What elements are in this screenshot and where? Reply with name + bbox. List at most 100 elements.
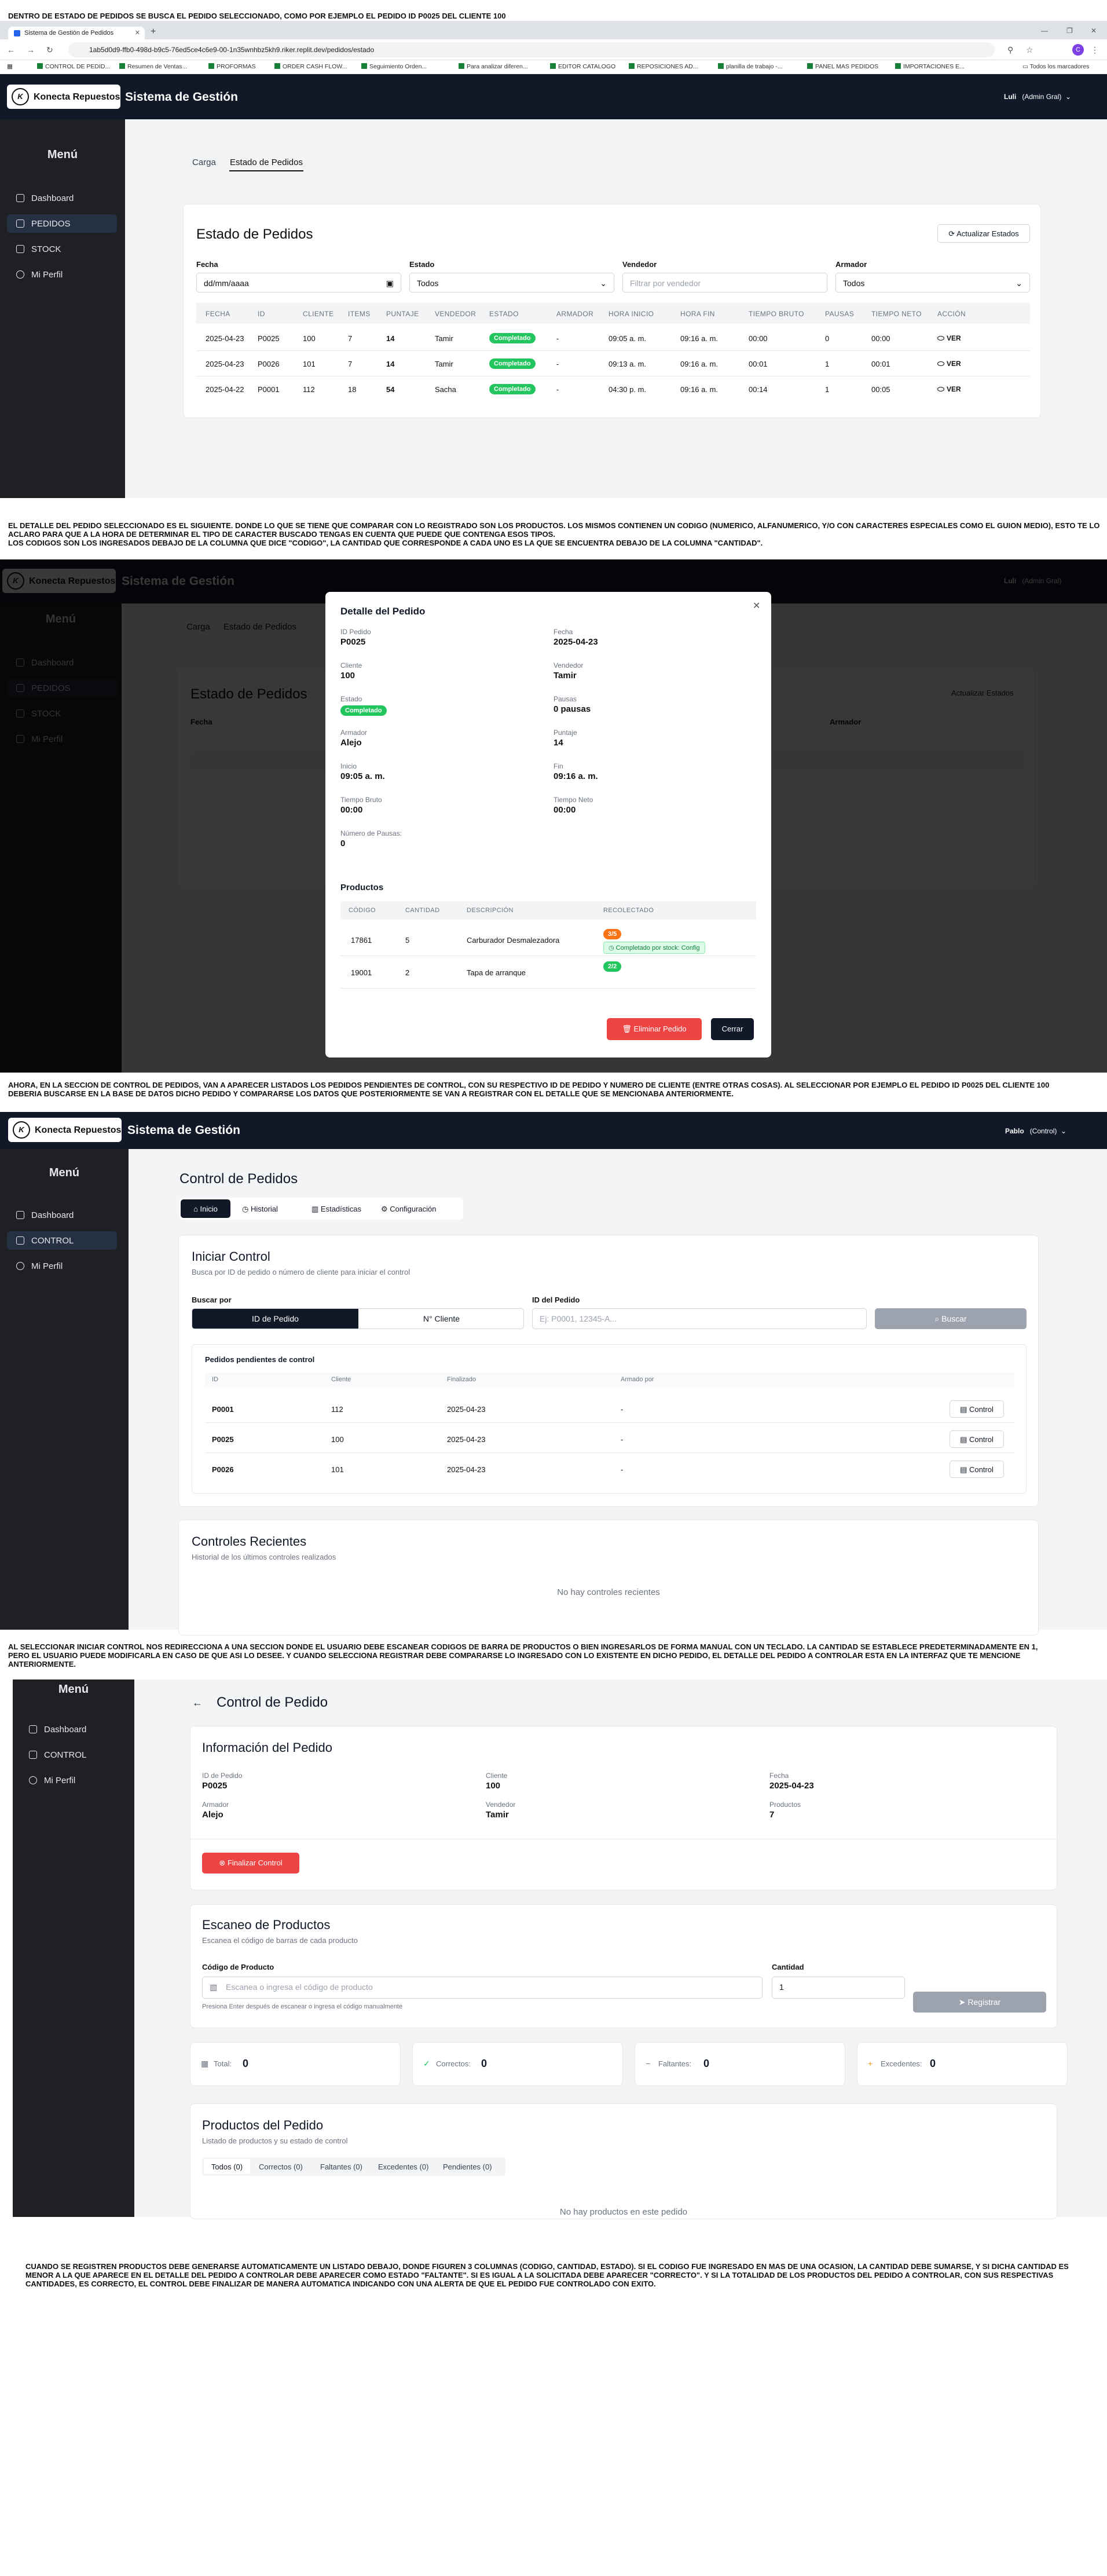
- bookmark-item[interactable]: Resumen de Ventas...: [119, 63, 187, 70]
- filter-tabs: Todos (0) Correctos (0) Faltantes (0) Ex…: [202, 2157, 505, 2176]
- table-cell: 100: [331, 1435, 344, 1444]
- tab-historial[interactable]: ◷ Historial: [242, 1205, 278, 1214]
- table-cell: 00:01: [749, 360, 768, 368]
- product-code: 17861: [351, 936, 372, 945]
- refresh-button[interactable]: ⟳ Actualizar Estados: [937, 224, 1030, 243]
- minimize-icon[interactable]: —: [1041, 27, 1048, 35]
- view-button[interactable]: VER: [937, 385, 961, 393]
- tab-carga[interactable]: Carga: [192, 158, 216, 167]
- sidebar-item-dashboard[interactable]: Dashboard: [7, 189, 117, 207]
- order-id-input[interactable]: Ej: P0001, 12345-A...: [532, 1308, 867, 1329]
- filter-tab[interactable]: Faltantes (0): [320, 2162, 362, 2171]
- view-button[interactable]: VER: [937, 360, 961, 368]
- view-button[interactable]: VER: [937, 334, 961, 342]
- info-label: Productos: [769, 1801, 801, 1809]
- tab-estado[interactable]: Estado de Pedidos: [229, 154, 303, 171]
- finish-control-button[interactable]: ⊗ Finalizar Control: [202, 1853, 299, 1874]
- date-filter[interactable]: dd/mm/aaaa ▣: [196, 273, 401, 292]
- sidebar-item-stock[interactable]: STOCK: [7, 240, 117, 258]
- product-code-input[interactable]: ▥ Escanea o ingresa el código de producto: [202, 1977, 763, 1999]
- sidebar-item-control[interactable]: CONTROL: [7, 1231, 117, 1250]
- profile-avatar[interactable]: C: [1072, 44, 1084, 56]
- sidebar-item-dashboard[interactable]: Dashboard: [20, 1720, 130, 1739]
- toggle-id[interactable]: ID de Pedido: [192, 1309, 358, 1329]
- armador-select[interactable]: Todos ⌄: [835, 273, 1030, 292]
- stat-value: 0: [243, 2058, 249, 2069]
- stat-value: 0: [703, 2058, 710, 2069]
- calendar-icon: ▣: [386, 279, 394, 288]
- table-cell: 09:16 a. m.: [680, 334, 719, 343]
- table-cell: 04:30 p. m.: [609, 385, 647, 394]
- table-cell: 101: [331, 1465, 344, 1474]
- filter-tab[interactable]: Pendientes (0): [443, 2162, 492, 2171]
- extensions-icon[interactable]: ⚲: [1007, 45, 1013, 55]
- tab-estadisticas[interactable]: ▥ Estadísticas: [311, 1205, 361, 1214]
- bookmark-item[interactable]: ORDER CASH FLOW...: [274, 63, 347, 70]
- tab-inicio[interactable]: ⌂ Inicio: [181, 1199, 230, 1218]
- sidebar-item-dashboard[interactable]: Dashboard: [7, 1206, 117, 1224]
- close-button[interactable]: Cerrar: [711, 1018, 754, 1040]
- browser-tab[interactable]: Sistema de Gestión de Pedidos ✕: [8, 27, 145, 39]
- user-menu[interactable]: Luli (Admin Gral) ⌄: [1004, 93, 1071, 101]
- field-label: Fin: [554, 762, 563, 770]
- bookmark-item[interactable]: planilla de trabajo -...: [718, 63, 782, 70]
- back-icon[interactable]: ←: [7, 45, 15, 54]
- seller-input[interactable]: Filtrar por vendedor: [622, 273, 827, 292]
- stock-icon: [16, 245, 24, 253]
- table-cell: P0001: [212, 1405, 234, 1414]
- bookmark-item[interactable]: Para analizar diferen...: [459, 63, 528, 70]
- tab-configuracion[interactable]: ⚙ Configuración: [381, 1205, 437, 1214]
- new-tab-icon[interactable]: +: [151, 27, 156, 37]
- status-select[interactable]: Todos ⌄: [409, 273, 614, 292]
- toggle-client[interactable]: N° Cliente: [358, 1309, 525, 1329]
- info-label: ID de Pedido: [202, 1772, 243, 1780]
- delete-order-button[interactable]: 🗑 Eliminar Pedido: [607, 1018, 702, 1040]
- sidebar-item-perfil[interactable]: Mi Perfil: [7, 1257, 117, 1275]
- info-value: Alejo: [202, 1810, 223, 1820]
- sidebar-item-perfil[interactable]: Mi Perfil: [7, 265, 117, 284]
- star-icon[interactable]: ☆: [1026, 45, 1033, 55]
- field-value: 0 pausas: [554, 704, 591, 714]
- browser-tabbar: Sistema de Gestión de Pedidos ✕ + — ❐ ✕: [0, 23, 1107, 39]
- bookmark-item[interactable]: PANEL MAS PEDIDOS: [807, 63, 878, 70]
- control-button[interactable]: ▤ Control: [950, 1400, 1004, 1418]
- bookmark-item[interactable]: CONTROL DE PEDID...: [37, 63, 110, 70]
- all-bookmarks[interactable]: ▭ Todos los marcadores: [1022, 63, 1089, 70]
- forward-icon[interactable]: →: [27, 45, 35, 54]
- field-label: Fecha: [554, 628, 573, 636]
- filter-tab[interactable]: Todos (0): [204, 2159, 250, 2174]
- window-close-icon[interactable]: ✕: [1091, 27, 1097, 35]
- menu-dots-icon[interactable]: ⋮: [1091, 45, 1099, 55]
- filter-tab[interactable]: Excedentes (0): [378, 2162, 428, 2171]
- register-button[interactable]: ➤ Registrar: [913, 1992, 1046, 2012]
- close-icon[interactable]: ✕: [135, 29, 140, 36]
- reload-icon[interactable]: ↻: [46, 45, 53, 55]
- control-button[interactable]: ▤ Control: [950, 1461, 1004, 1478]
- field-label: Puntaje: [554, 729, 577, 737]
- close-icon[interactable]: ✕: [753, 600, 760, 612]
- stat-label: Excedentes:: [881, 2059, 922, 2068]
- sidebar-item-control[interactable]: CONTROL: [20, 1746, 130, 1764]
- maximize-icon[interactable]: ❐: [1066, 27, 1073, 35]
- bookmark-item[interactable]: Seguimiento Orden...: [361, 63, 427, 70]
- control-button[interactable]: ▤ Control: [950, 1430, 1004, 1448]
- bookmark-item[interactable]: REPOSICIONES AD...: [629, 63, 698, 70]
- search-button[interactable]: ⌕ Buscar: [875, 1308, 1027, 1329]
- clipboard-icon: ▤: [960, 1435, 969, 1444]
- dashboard-icon: [16, 194, 24, 202]
- url-input[interactable]: 1ab5d0d9-ffb0-498d-b9c5-76ed5ce4c6e9-00-…: [68, 42, 995, 57]
- table-cell: 2025-04-23: [206, 334, 244, 343]
- sidebar-item-perfil[interactable]: Mi Perfil: [20, 1771, 130, 1790]
- sidebar-item-pedidos[interactable]: PEDIDOS: [7, 214, 117, 233]
- filter-tab[interactable]: Correctos (0): [259, 2162, 303, 2171]
- column-header: DESCRIPCIÓN: [467, 907, 514, 914]
- bookmark-item[interactable]: IMPORTACIONES E...: [895, 63, 965, 70]
- app-logo: KKonecta Repuestos: [7, 85, 120, 109]
- field-label: Tiempo Neto: [554, 796, 593, 804]
- bookmark-item[interactable]: EDITOR CATALOGO: [550, 63, 615, 70]
- user-menu[interactable]: Pablo (Control) ⌄: [1005, 1127, 1066, 1135]
- bookmark-item[interactable]: PROFORMAS: [208, 63, 256, 70]
- back-icon[interactable]: ←: [192, 1697, 203, 1709]
- apps-icon[interactable]: ▦: [7, 63, 13, 70]
- quantity-input[interactable]: 1: [772, 1977, 905, 1999]
